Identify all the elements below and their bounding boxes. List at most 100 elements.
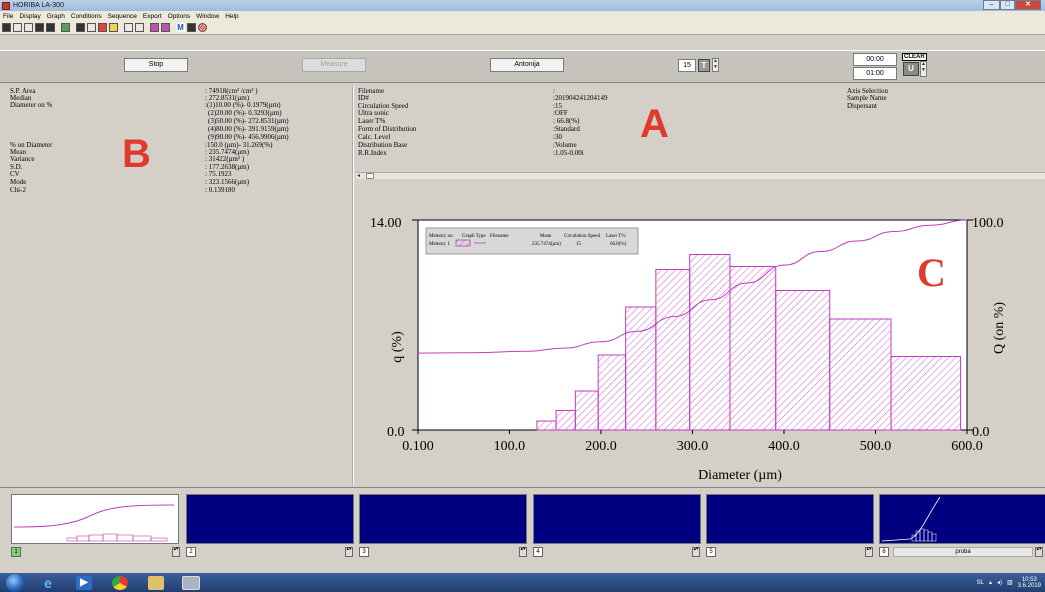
histogram-bar (689, 254, 731, 431)
time-bottom[interactable]: 01:00 (853, 67, 897, 80)
thumbnail-spinner[interactable]: ▴▾ (172, 547, 180, 557)
cond-value: :201904241204149 (553, 94, 608, 102)
open-icon[interactable] (35, 23, 44, 32)
preview-icon[interactable] (24, 23, 33, 32)
speaker-icon[interactable]: ◂) (997, 579, 1002, 586)
horizontal-scrollbar[interactable]: ◂ (356, 172, 1045, 179)
thumbnail-spinner[interactable]: ▴▾ (519, 547, 527, 557)
scroll-thumb[interactable] (366, 173, 374, 179)
legend-header: Memory no. (429, 234, 454, 239)
memory-number[interactable]: 6 (879, 547, 889, 557)
menu-graph[interactable]: Graph (47, 13, 65, 20)
memory-thumbnail-4[interactable] (533, 494, 701, 544)
menu-conditions[interactable]: Conditions (71, 13, 102, 20)
memory-thumbnail-3[interactable] (359, 494, 527, 544)
stop-button[interactable]: Stop (124, 58, 188, 72)
x-tick-label: 300.0 (677, 439, 709, 454)
thumbnail-spinner[interactable]: ▴▾ (345, 547, 353, 557)
histogram-bar (890, 356, 962, 431)
stat-value: :(1)10.00 (%)- 0.1979(µm) (205, 101, 281, 109)
ultrasonic-icon[interactable]: U (903, 62, 919, 76)
tray-arrow-icon[interactable]: ▴ (989, 579, 992, 586)
legend-laser: 66.8(%) (610, 242, 627, 247)
histogram-bar (729, 266, 777, 431)
sample-name-button[interactable]: Antonija (490, 58, 564, 72)
target-icon[interactable] (198, 23, 207, 32)
stat-value: : 0.139180 (205, 186, 235, 194)
thumbnail-spinner[interactable]: ▴▾ (865, 547, 873, 557)
menu-window[interactable]: Window (196, 13, 219, 20)
arrows-icon[interactable] (135, 23, 144, 32)
memory-thumbnail-1[interactable] (11, 494, 179, 544)
close-button[interactable]: ✕ (1015, 0, 1041, 10)
language-indicator[interactable]: SL (977, 580, 984, 586)
network-icon[interactable]: ▥ (1007, 579, 1013, 586)
minimize-button[interactable]: – (983, 0, 1000, 10)
stat-value: (9)90.00 (%)- 456.9906(µm) (208, 133, 289, 141)
chrome-icon[interactable] (112, 576, 128, 590)
distribution-chart: 0.100 100.0 200.0 300.0 400.0 500.0 600.0 Memor… (370, 216, 1007, 483)
menu-file[interactable]: File (3, 13, 13, 20)
x-tick-label: 400.0 (768, 439, 800, 454)
memory-number[interactable]: 1 (11, 547, 21, 557)
light-icon[interactable] (109, 23, 118, 32)
stat-value: (2)20.00 (%)- 0.3293(µm) (208, 109, 282, 117)
menu-export[interactable]: Export (143, 13, 162, 20)
internet-explorer-icon[interactable]: e (40, 576, 56, 590)
data-icon[interactable] (76, 23, 85, 32)
histogram-icon[interactable] (150, 23, 159, 32)
sample-name-label: Sample Name (847, 94, 887, 102)
stat-label: Chi-2 (10, 186, 26, 194)
control-strip: Stop Measure Antonija 15 T ▲ ▼ 00:00 01:0… (0, 50, 1045, 83)
y2-axis-bottom-label: 0.0 (972, 425, 990, 440)
memory-number[interactable]: 5 (706, 547, 716, 557)
horiba-app-icon[interactable] (182, 576, 200, 590)
file-explorer-icon[interactable] (148, 576, 164, 590)
thumbnail-spinner[interactable]: ▴▾ (692, 547, 700, 557)
circulation-spinner[interactable]: ▲ ▼ (712, 58, 719, 72)
memory-number[interactable]: 3 (359, 547, 369, 557)
legend-header: Laser T% (606, 234, 625, 239)
alert-icon[interactable] (98, 23, 107, 32)
start-button[interactable] (6, 574, 24, 592)
histogram-bar (775, 290, 831, 431)
system-tray: SL ▴ ◂) ▥ 10:53 3.6.2019 (977, 575, 1041, 590)
memory-number[interactable]: 2 (186, 547, 196, 557)
x-axis-title: Diameter (µm) (698, 468, 782, 483)
time-top[interactable]: 00:00 (853, 53, 897, 66)
menu-options[interactable]: Options (168, 13, 190, 20)
legend-header: Mean (540, 234, 552, 239)
x-tick-label: 100.0 (494, 439, 525, 454)
circulation-value[interactable]: 15 (678, 59, 696, 72)
measure-button[interactable]: Measure (302, 58, 366, 72)
print-icon[interactable] (13, 23, 22, 32)
memory-number[interactable]: 4 (533, 547, 543, 557)
chart-area: 0.100 100.0 200.0 300.0 400.0 500.0 600.0 Memor… (355, 180, 1045, 486)
time-spinner[interactable]: ▲ ▼ (920, 61, 927, 77)
clock[interactable]: 10:53 3.6.2019 (1018, 577, 1041, 589)
media-player-icon[interactable]: ▶ (76, 576, 92, 590)
memory-thumbnail-6[interactable] (879, 494, 1045, 544)
menu-help[interactable]: Help (225, 13, 238, 20)
menu-sequence[interactable]: Sequence (108, 13, 137, 20)
save-icon[interactable] (2, 23, 11, 32)
thumbnail-spinner[interactable]: ▴▾ (1035, 547, 1043, 557)
x-tick-label: 0.100 (402, 439, 434, 454)
disk-icon[interactable] (46, 23, 55, 32)
camera-icon[interactable] (187, 23, 196, 32)
histogram-bar (655, 269, 691, 431)
overlay-histogram-icon[interactable] (161, 23, 170, 32)
measure-icon[interactable] (61, 23, 70, 32)
pump-icon[interactable]: T (698, 59, 710, 72)
scroll-left-icon[interactable]: ◂ (357, 172, 360, 179)
app-icon (2, 1, 10, 10)
memory-thumbnail-2[interactable] (186, 494, 354, 544)
table-icon[interactable] (87, 23, 96, 32)
maximize-button[interactable]: □ (1000, 0, 1015, 10)
scatter-icon[interactable] (124, 23, 133, 32)
menu-display[interactable]: Display (19, 13, 40, 20)
memory-thumbnail-5[interactable] (706, 494, 874, 544)
histogram-bar (536, 420, 557, 431)
m-icon[interactable]: M (176, 23, 185, 32)
memory-name[interactable]: proba (893, 547, 1033, 557)
